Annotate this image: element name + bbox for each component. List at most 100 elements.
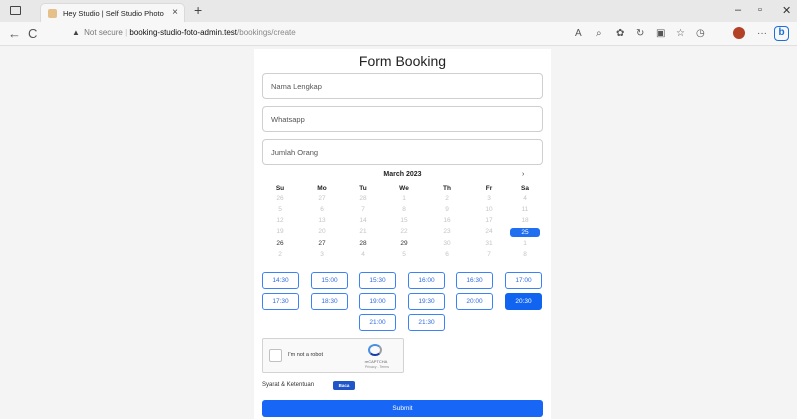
url-field[interactable]: ▲ Not secure | booking-studio-foto-admin… — [72, 28, 296, 37]
extension-icon[interactable]: ✿ — [616, 28, 624, 39]
calendar-day[interactable]: 5 — [392, 251, 416, 258]
name-field[interactable]: Nama Lengkap — [262, 73, 543, 99]
calendar-day[interactable]: 26 — [268, 240, 292, 247]
time-slot-button[interactable]: 16:00 — [408, 272, 445, 289]
zoom-icon[interactable]: ⌕ — [596, 28, 602, 39]
calendar-day[interactable]: 31 — [477, 240, 501, 247]
calendar-day[interactable]: 15 — [392, 217, 416, 224]
profile-avatar[interactable] — [733, 27, 745, 39]
calendar-day[interactable]: 19 — [268, 228, 292, 235]
tab-close-icon[interactable]: × — [172, 7, 178, 18]
recaptcha-checkbox[interactable] — [269, 349, 282, 362]
time-slot-button[interactable]: 17:30 — [262, 293, 299, 310]
recaptcha-label: I'm not a robot — [288, 352, 323, 358]
calendar-day[interactable]: 20 — [310, 228, 334, 235]
calendar-day[interactable]: 10 — [477, 206, 501, 213]
calendar-day[interactable]: 28 — [351, 240, 375, 247]
bing-icon[interactable]: b — [774, 26, 789, 41]
refresh-alt-icon[interactable]: ↻ — [636, 28, 644, 39]
window-menu-icon[interactable] — [10, 6, 21, 15]
close-window-button[interactable]: ✕ — [782, 4, 791, 17]
calendar-day[interactable]: 7 — [477, 251, 501, 258]
calendar-day[interactable]: 29 — [392, 240, 416, 247]
calendar-day[interactable]: 5 — [268, 206, 292, 213]
calendar-day[interactable]: 3 — [310, 251, 334, 258]
calendar-day[interactable]: 8 — [513, 251, 537, 258]
calendar-day[interactable]: 16 — [435, 217, 459, 224]
calendar-day[interactable]: 22 — [392, 228, 416, 235]
terms-read-button[interactable]: Baca — [333, 381, 355, 390]
calendar-day[interactable]: 21 — [351, 228, 375, 235]
calendar-day[interactable]: 18 — [513, 217, 537, 224]
calendar-day[interactable]: 8 — [392, 206, 416, 213]
calendar-day[interactable]: 24 — [477, 228, 501, 235]
weekday-label: Tu — [359, 185, 367, 192]
recaptcha-links[interactable]: Privacy - Terms — [361, 365, 393, 369]
submit-button[interactable]: Submit — [262, 400, 543, 417]
tab-title: Hey Studio | Self Studio Photo — [63, 9, 164, 18]
calendar-day[interactable]: 6 — [435, 251, 459, 258]
weekday-label: Th — [443, 185, 451, 192]
time-slot-button[interactable]: 18:30 — [311, 293, 348, 310]
calendar-day[interactable]: 11 — [513, 206, 537, 213]
next-month-icon[interactable]: › — [522, 171, 524, 178]
new-tab-button[interactable]: + — [194, 2, 202, 18]
url-host: booking-studio-foto-admin.test — [129, 28, 238, 37]
favicon-icon — [48, 9, 57, 18]
address-bar: ← C ▲ Not secure | booking-studio-foto-a… — [0, 22, 797, 46]
calendar-day[interactable]: 30 — [435, 240, 459, 247]
time-slot-button[interactable]: 19:00 — [359, 293, 396, 310]
security-label: Not secure — [84, 28, 123, 37]
refresh-button[interactable]: C — [28, 26, 37, 41]
url-path: /bookings/create — [237, 28, 296, 37]
calendar-day[interactable]: 2 — [268, 251, 292, 258]
calendar-day[interactable]: 27 — [310, 195, 334, 202]
weekday-label: Fr — [485, 185, 493, 192]
title-bar: Hey Studio | Self Studio Photo × + – ▫ ✕ — [0, 0, 797, 22]
time-slot-button[interactable]: 15:30 — [359, 272, 396, 289]
favorites-icon[interactable]: ☆ — [676, 28, 685, 39]
read-aloud-icon[interactable]: A — [575, 28, 582, 39]
time-slot-button[interactable]: 17:00 — [505, 272, 542, 289]
calendar-day[interactable]: 17 — [477, 217, 501, 224]
time-slot-button[interactable]: 14:30 — [262, 272, 299, 289]
calendar-day[interactable]: 12 — [268, 217, 292, 224]
weekday-label: We — [399, 185, 409, 192]
time-slot-button[interactable]: 19:30 — [408, 293, 445, 310]
calendar-day[interactable]: 26 — [268, 195, 292, 202]
restore-button[interactable]: ▫ — [758, 4, 762, 16]
recaptcha-logo-icon — [368, 344, 382, 356]
calendar-day[interactable]: 2 — [435, 195, 459, 202]
calendar-day[interactable]: 13 — [310, 217, 334, 224]
calendar-day[interactable]: 23 — [435, 228, 459, 235]
time-slot-button[interactable]: 21:00 — [359, 314, 396, 331]
warning-icon: ▲ — [72, 28, 80, 37]
collections-icon[interactable]: ▣ — [656, 28, 665, 39]
calendar-day[interactable]: 1 — [392, 195, 416, 202]
more-icon[interactable]: ··· — [757, 28, 767, 39]
whatsapp-field[interactable]: Whatsapp — [262, 106, 543, 132]
calendar-day[interactable]: 6 — [310, 206, 334, 213]
calendar-day[interactable]: 3 — [477, 195, 501, 202]
calendar-day[interactable]: 14 — [351, 217, 375, 224]
calendar-day[interactable]: 9 — [435, 206, 459, 213]
history-icon[interactable]: ◷ — [696, 28, 705, 39]
calendar-day[interactable]: 7 — [351, 206, 375, 213]
time-slot-button[interactable]: 20:00 — [456, 293, 493, 310]
weekday-label: Mo — [317, 185, 327, 192]
time-slot-button[interactable]: 16:30 — [456, 272, 493, 289]
time-slot-button[interactable]: 15:00 — [311, 272, 348, 289]
people-count-field[interactable]: Jumlah Orang — [262, 139, 543, 165]
time-slot-button[interactable]: 21:30 — [408, 314, 445, 331]
calendar-day[interactable]: 27 — [310, 240, 334, 247]
calendar-day[interactable]: 25 — [510, 228, 540, 237]
back-button[interactable]: ← — [8, 26, 21, 41]
browser-tab[interactable]: Hey Studio | Self Studio Photo × — [40, 3, 185, 22]
time-slot-button[interactable]: 20:30 — [505, 293, 542, 310]
weekday-label: Sa — [521, 185, 529, 192]
calendar-day[interactable]: 4 — [351, 251, 375, 258]
calendar-day[interactable]: 28 — [351, 195, 375, 202]
calendar-day[interactable]: 1 — [513, 240, 537, 247]
calendar-day[interactable]: 4 — [513, 195, 537, 202]
minimize-button[interactable]: – — [735, 4, 741, 16]
